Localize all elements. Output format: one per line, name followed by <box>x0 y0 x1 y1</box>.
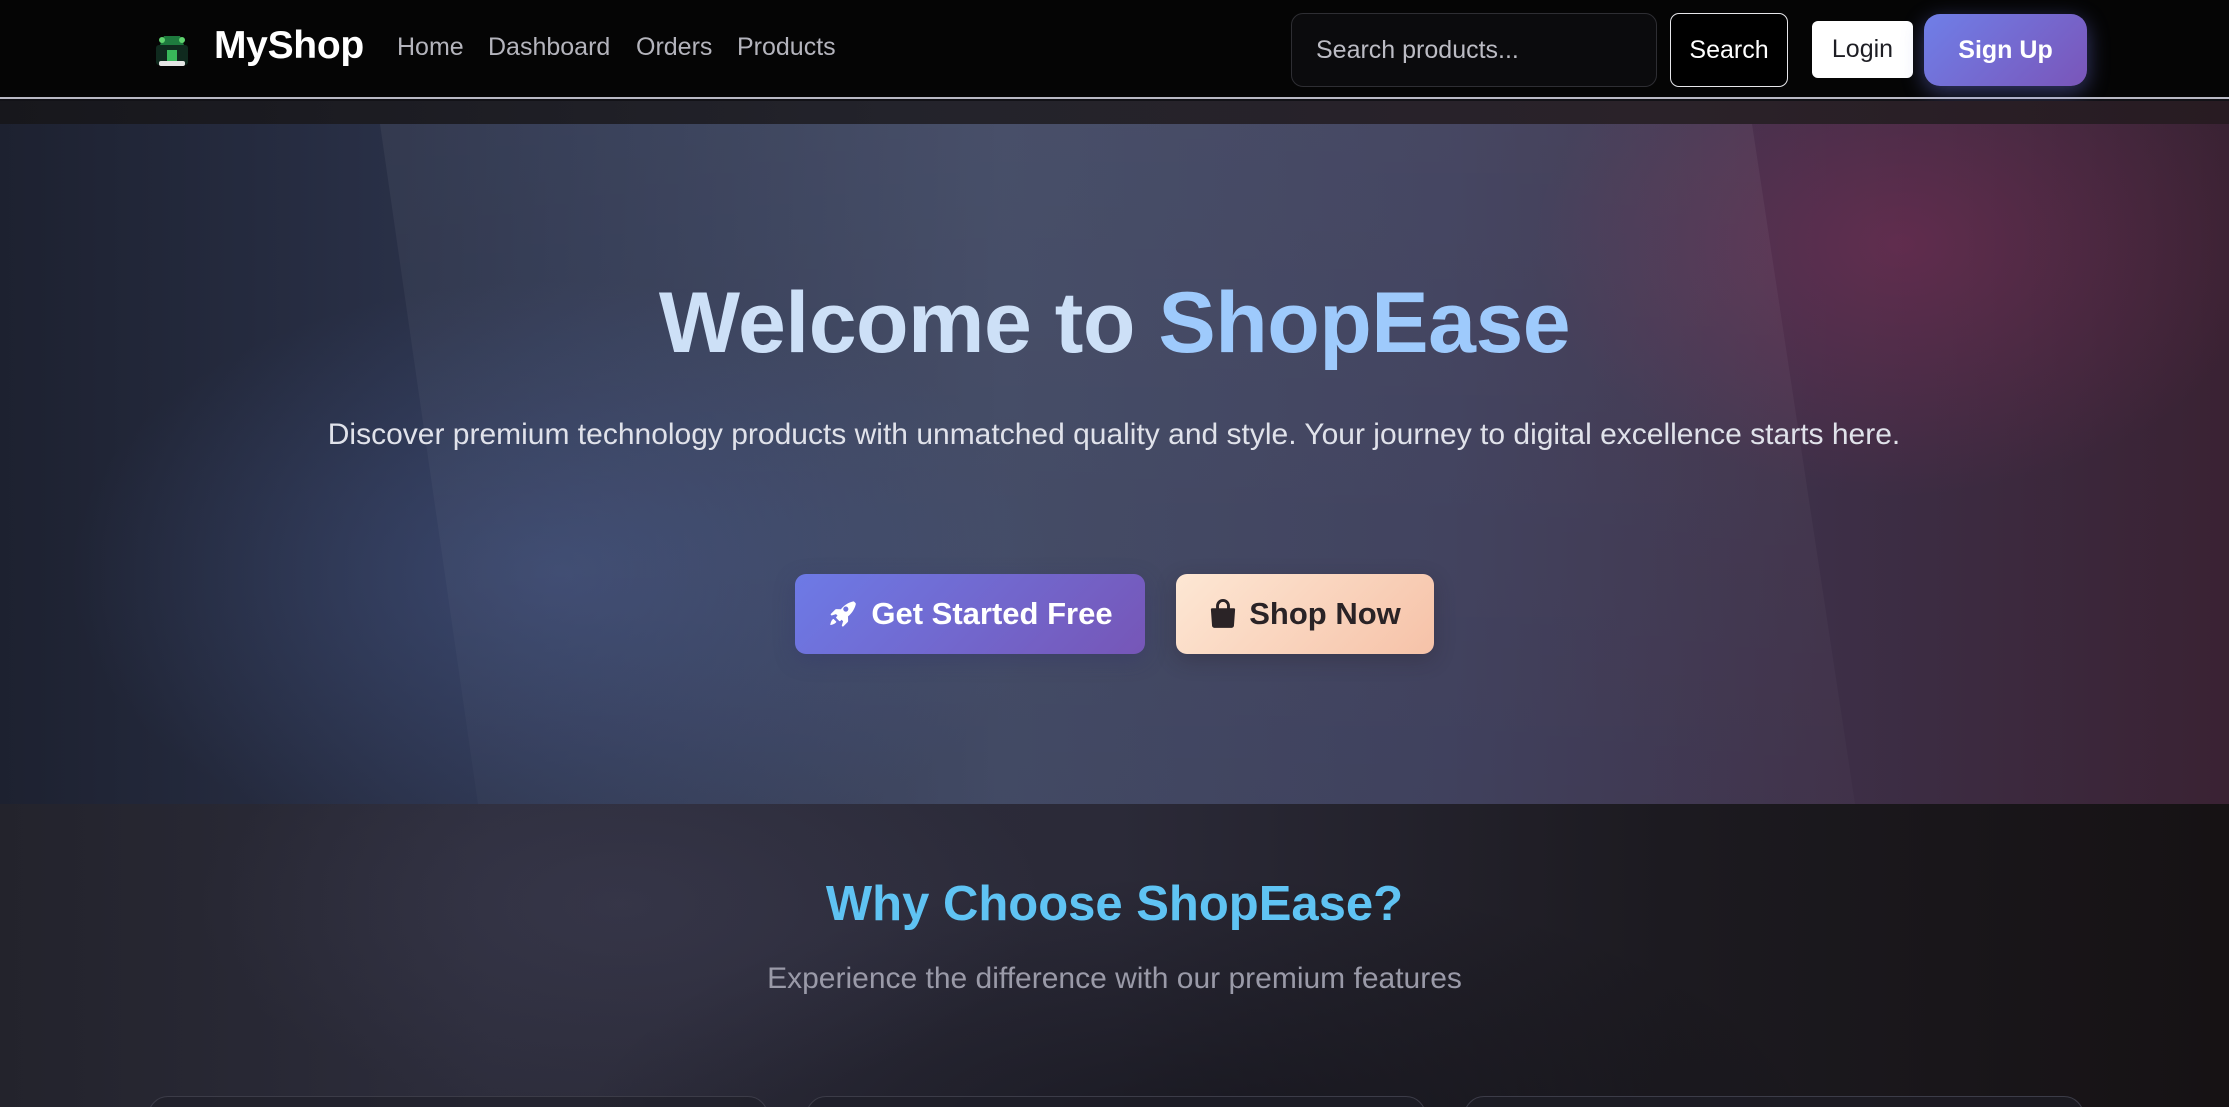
shopping-bag-icon <box>1211 599 1236 628</box>
get-started-button[interactable]: Get Started Free <box>795 574 1145 654</box>
search-button[interactable]: Search <box>1670 13 1788 87</box>
shop-now-label: Shop Now <box>1249 596 1401 631</box>
feature-card[interactable] <box>148 1096 768 1107</box>
feature-card[interactable] <box>1464 1096 2084 1107</box>
brand-name[interactable]: MyShop <box>214 24 364 68</box>
search-input[interactable] <box>1291 13 1657 87</box>
nav-link-home[interactable]: Home <box>397 33 464 62</box>
shop-logo-icon[interactable] <box>152 30 192 70</box>
hero-title: Welcome to ShopEase <box>0 274 2229 373</box>
hero-subtitle: Discover premium technology products wit… <box>327 418 1901 451</box>
hero-section: Welcome to ShopEase Discover premium tec… <box>0 124 2229 804</box>
nav-link-products[interactable]: Products <box>737 33 836 62</box>
login-button[interactable]: Login <box>1812 21 1913 78</box>
hero-title-welcome: Welcome to <box>658 275 1136 371</box>
features-section: Why Choose ShopEase? Experience the diff… <box>0 804 2229 1107</box>
nav-link-dashboard[interactable]: Dashboard <box>488 33 610 62</box>
shop-now-button[interactable]: Shop Now <box>1176 574 1434 654</box>
get-started-label: Get Started Free <box>871 596 1113 631</box>
features-background-glow <box>0 804 2229 1107</box>
rocket-icon <box>830 601 857 627</box>
features-subtitle: Experience the difference with our premi… <box>767 962 1462 995</box>
nav-link-orders[interactable]: Orders <box>636 33 712 62</box>
hero-title-brand: ShopEase <box>1158 275 1571 371</box>
feature-card[interactable] <box>806 1096 1426 1107</box>
navbar-divider-strip <box>0 101 2229 124</box>
top-navbar: MyShop Home Dashboard Orders Products Se… <box>0 0 2229 99</box>
signup-button[interactable]: Sign Up <box>1924 14 2087 86</box>
features-title: Why Choose ShopEase? <box>825 877 1404 931</box>
